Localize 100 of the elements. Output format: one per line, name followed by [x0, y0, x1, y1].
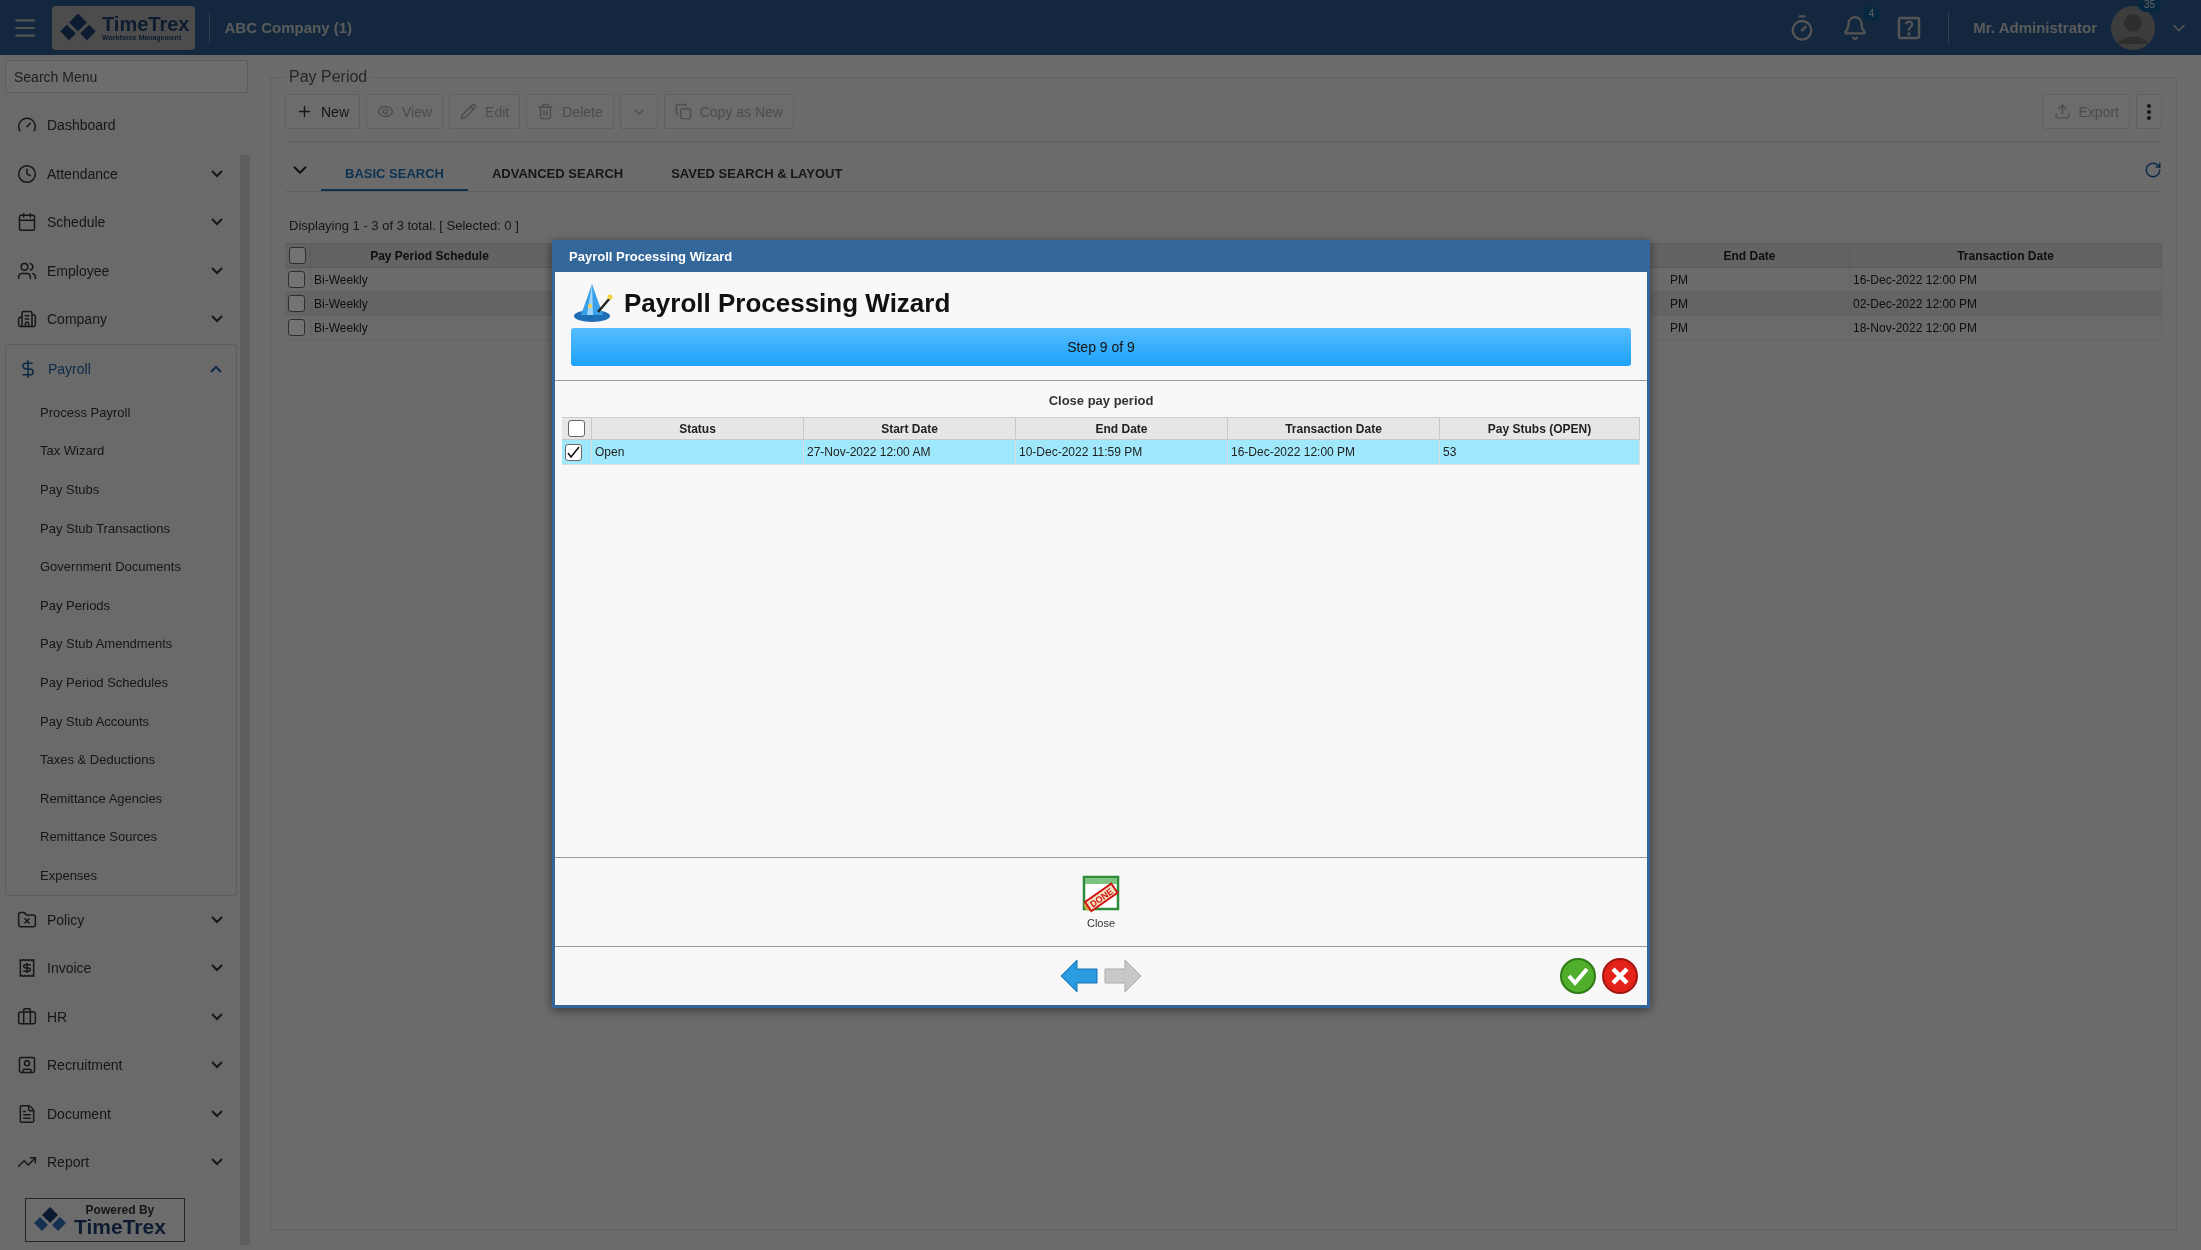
- menu-icon: [17, 909, 37, 930]
- notifications-icon[interactable]: [1842, 14, 1869, 41]
- column-header: Transaction Date: [1228, 418, 1440, 440]
- chevron-down-icon: [211, 1158, 223, 1167]
- column-header: Pay Period Schedule: [311, 244, 549, 268]
- step-label: Step 9 of 9: [1067, 339, 1135, 355]
- submenu-item[interactable]: Pay Periods: [6, 585, 236, 625]
- chevron-down-icon: [211, 1061, 223, 1070]
- sidebar-item[interactable]: Recruitment: [5, 1041, 237, 1090]
- submenu-item[interactable]: Pay Period Schedules: [6, 663, 236, 702]
- notification-badge: 4: [1862, 5, 1881, 21]
- avatar-badge: 35: [2137, 0, 2161, 12]
- submenu-item[interactable]: Process Payroll: [6, 393, 236, 432]
- dialog-heading: Payroll Processing Wizard: [624, 287, 951, 319]
- table-cell: Open: [592, 440, 804, 465]
- user-name[interactable]: Mr. Administrator: [1973, 19, 2097, 36]
- menu-icon: [17, 1006, 37, 1027]
- powered-by-text: Powered By: [85, 1203, 155, 1216]
- menu-icon: [17, 212, 37, 233]
- dialog-title: Payroll Processing Wizard: [552, 240, 1650, 272]
- chevron-down-icon: [211, 266, 223, 275]
- sidebar-item[interactable]: Employee: [5, 246, 237, 295]
- chevron-down-icon: [211, 1109, 223, 1118]
- wizard-hat-icon: [572, 282, 614, 324]
- submenu-item[interactable]: Taxes & Deductions: [6, 740, 236, 779]
- search-tab[interactable]: BASIC SEARCH: [321, 149, 468, 191]
- table-cell: PM: [1650, 316, 1850, 340]
- left-arrow-icon: [1059, 957, 1099, 995]
- chevron-down-icon: [211, 915, 223, 924]
- chevron-down-icon: [211, 1012, 223, 1021]
- table-cell: Bi-Weekly: [311, 292, 549, 316]
- submenu-item[interactable]: Pay Stub Amendments: [6, 624, 236, 664]
- menu-icon: [17, 163, 37, 184]
- checkmark-icon: [1559, 957, 1597, 995]
- cancel-button[interactable]: [1601, 957, 1639, 995]
- search-field[interactable]: Search Menu: [5, 60, 248, 93]
- chevron-down-icon: [211, 315, 223, 324]
- close-icon: [1601, 957, 1639, 995]
- button-icon: [537, 103, 555, 120]
- table-cell: Bi-Weekly: [311, 316, 549, 340]
- row-highlight[interactable]: [562, 440, 592, 465]
- right-arrow-icon: [1103, 957, 1143, 995]
- sidebar-item[interactable]: Payroll: [6, 344, 236, 393]
- checkbox[interactable]: [568, 420, 585, 437]
- brand-name: TimeTrex: [74, 1215, 166, 1237]
- sidebar-item[interactable]: Dashboard: [5, 101, 237, 150]
- table-cell: 02-Dec-2022 12:00 PM: [1850, 292, 2162, 316]
- submenu-item[interactable]: Pay Stub Accounts: [6, 701, 236, 741]
- submenu-item[interactable]: Pay Stub Transactions: [6, 508, 236, 548]
- button-icon: [377, 103, 394, 120]
- sidebar-item[interactable]: Document: [5, 1089, 237, 1139]
- search-tab[interactable]: SAVED SEARCH & LAYOUT: [647, 149, 867, 191]
- sidebar-item[interactable]: Attendance: [5, 149, 237, 198]
- company-name: ABC Company (1): [224, 19, 352, 36]
- chevron-down-icon: [211, 964, 223, 973]
- menu-icon: [17, 1103, 37, 1124]
- checkbox[interactable]: [288, 319, 305, 336]
- more-button[interactable]: [2136, 94, 2162, 129]
- column-header: Start Date: [804, 418, 1016, 440]
- sidebar-item[interactable]: Schedule: [5, 198, 237, 247]
- submenu-item[interactable]: Pay Stubs: [6, 470, 236, 509]
- submenu-item[interactable]: Tax Wizard: [6, 431, 236, 471]
- submenu-item[interactable]: Expenses: [6, 856, 236, 895]
- search-tab[interactable]: ADVANCED SEARCH: [467, 149, 648, 191]
- button-icon: [460, 103, 478, 120]
- button-icon: [674, 103, 692, 120]
- panel-title: Pay Period: [288, 68, 369, 86]
- checkbox[interactable]: [288, 271, 305, 288]
- button-icon: [296, 103, 313, 120]
- table-cell: 53: [1440, 440, 1640, 465]
- confirm-button[interactable]: [1559, 957, 1597, 995]
- checkbox[interactable]: [288, 295, 305, 312]
- checkbox[interactable]: [565, 443, 582, 461]
- table-cell: 27-Nov-2022 12:00 AM: [804, 440, 1016, 465]
- checkbox[interactable]: [289, 247, 306, 264]
- submenu-item[interactable]: Remittance Sources: [6, 817, 236, 857]
- section-title: Close pay period: [1047, 392, 1155, 410]
- chevron-up-icon: [210, 364, 222, 373]
- toolbar-button[interactable]: New: [285, 94, 360, 129]
- refresh-icon[interactable]: [2144, 161, 2162, 179]
- record-count: Displaying 1 - 3 of 3 total. [ Selected: 0 ]: [289, 218, 520, 233]
- menu-icon: [17, 1055, 37, 1076]
- sidebar-item[interactable]: HR: [5, 992, 237, 1042]
- menu-icon: [17, 260, 37, 281]
- table-cell: 18-Nov-2022 12:00 PM: [1850, 316, 2162, 340]
- sidebar-item[interactable]: Company: [5, 295, 237, 344]
- submenu-item[interactable]: Government Documents: [6, 547, 236, 586]
- table-cell: PM: [1650, 292, 1850, 316]
- submenu-item[interactable]: Remittance Agencies: [6, 778, 236, 818]
- column-header: End Date: [1650, 244, 1850, 268]
- sidebar-item[interactable]: Invoice: [5, 944, 237, 993]
- more-icon: [2147, 103, 2151, 120]
- sidebar-item[interactable]: Report: [5, 1138, 237, 1187]
- chevron-down-icon: [211, 169, 223, 178]
- column-header: Pay Stubs (OPEN): [1440, 418, 1640, 440]
- brand-name: TimeTrex: [102, 14, 190, 34]
- sidebar-item[interactable]: Policy: [5, 895, 237, 945]
- back-button[interactable]: [1059, 957, 1099, 995]
- column-header: Status: [592, 418, 804, 440]
- column-header: End Date: [1016, 418, 1228, 440]
